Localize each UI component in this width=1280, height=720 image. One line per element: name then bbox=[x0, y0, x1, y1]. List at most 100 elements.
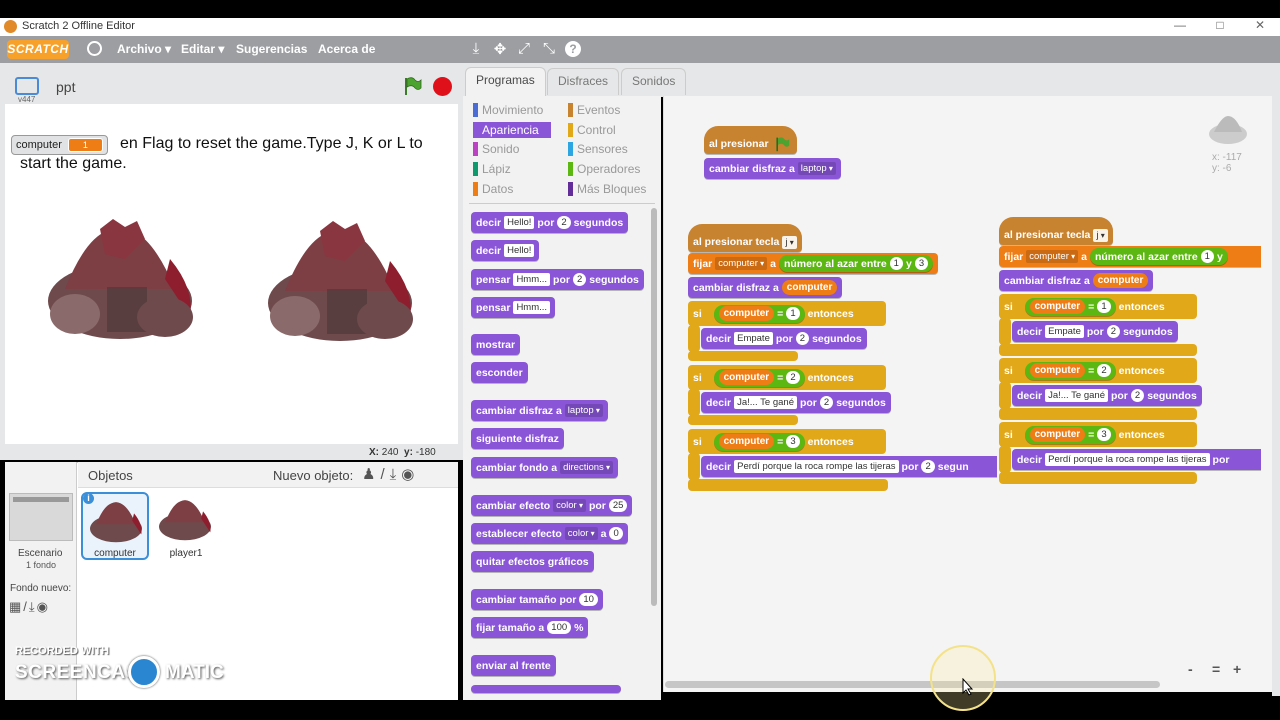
if-5-header: si computer = 2 entonces bbox=[999, 360, 1170, 381]
if-block-2-arm bbox=[688, 389, 700, 416]
duplicate-stamp-icon[interactable]: ⤓ bbox=[467, 40, 485, 57]
category-eventos[interactable]: Eventos bbox=[568, 102, 620, 118]
if-4-header: si computer = 1 entonces bbox=[999, 296, 1170, 317]
stage-thumbnail[interactable] bbox=[9, 493, 73, 541]
minimize-icon[interactable]: — bbox=[1170, 18, 1190, 32]
new-object-label: Nuevo objeto: bbox=[273, 468, 354, 483]
if-block-2-foot bbox=[688, 415, 798, 425]
palette-block-clear-effects[interactable]: quitar efectos gráficos bbox=[471, 551, 594, 572]
block-set-variable[interactable]: fijarcomputeranúmero al azar entre1y3 bbox=[688, 253, 939, 274]
category-apariencia[interactable]: Apariencia bbox=[473, 122, 551, 138]
block-switch-costume-computer-2[interactable]: cambiar disfraz a computer bbox=[999, 270, 1154, 291]
language-globe-icon[interactable] bbox=[87, 41, 102, 56]
if-block-4-arm bbox=[999, 318, 1011, 345]
palette-block-say[interactable]: decir Hello! bbox=[471, 240, 540, 261]
green-flag-icon bbox=[775, 137, 789, 152]
sprite-label-computer: computer bbox=[94, 548, 136, 559]
palette-block-set-effect[interactable]: establecer efectocolora0 bbox=[471, 523, 628, 544]
palette-block-change-effect[interactable]: cambiar efectocolorpor25 bbox=[471, 495, 633, 516]
category-movimiento[interactable]: Movimiento bbox=[473, 102, 543, 118]
help-icon[interactable]: ? bbox=[565, 41, 581, 57]
sprite-label-player1: player1 bbox=[169, 548, 203, 559]
palette-block-show[interactable]: mostrar bbox=[471, 334, 521, 355]
zoom-reset-icon[interactable]: = bbox=[1212, 661, 1220, 677]
category-datos[interactable]: Datos bbox=[473, 181, 513, 197]
if-block-4-foot bbox=[999, 344, 1197, 356]
current-sprite-icon bbox=[1209, 116, 1247, 144]
hat-key-pressed-2[interactable]: al presionar tecla j bbox=[999, 217, 1113, 245]
new-backdrop-icons[interactable]: ▦/⤓◉ bbox=[9, 599, 50, 615]
block-say-ja-te-gane-2[interactable]: decir Ja!... Te gané por 2 segundos bbox=[1012, 385, 1202, 406]
block-say-ja-te-gane[interactable]: decir Ja!... Te gané por 2 segundos bbox=[701, 392, 891, 413]
if-1-header: si computer = 1 entonces bbox=[688, 303, 859, 324]
palette-block-think-for[interactable]: pensar Hmm... por 2 segundos bbox=[471, 269, 644, 290]
if-block-3-arm bbox=[688, 453, 700, 480]
menu-editar[interactable]: Editar ▾ bbox=[181, 42, 224, 56]
watermark-recorded: RECORDED WITH bbox=[15, 645, 110, 657]
palette-block-change-size[interactable]: cambiar tamaño por 10 bbox=[471, 589, 603, 610]
palette-block-switch-costume[interactable]: cambiar disfraz a laptop bbox=[471, 400, 608, 421]
objects-label: Objetos bbox=[88, 468, 133, 483]
if-6-header: si computer = 3 entonces bbox=[999, 424, 1170, 445]
new-sprite-icons[interactable]: ♟/⤓◉ bbox=[362, 465, 419, 483]
watcher-value: 1 bbox=[67, 138, 103, 152]
palette-scrollbar[interactable] bbox=[651, 208, 657, 606]
category-lapiz[interactable]: Lápiz bbox=[473, 161, 511, 177]
block-set-variable-2[interactable]: fijarcomputeranúmero al azar entre1y bbox=[999, 246, 1261, 267]
if-block-1-arm bbox=[688, 325, 700, 352]
block-say-empate-2[interactable]: decir Empate por 2 segundos bbox=[1012, 321, 1178, 342]
menu-bar: SCRATCH Archivo ▾ Editar ▾ Sugerencias A… bbox=[0, 36, 1280, 63]
if-2-header: si computer = 2 entonces bbox=[688, 367, 859, 388]
zoom-in-icon[interactable]: + bbox=[1233, 661, 1241, 677]
close-icon[interactable]: ✕ bbox=[1250, 18, 1270, 32]
hat-green-flag[interactable]: al presionar bbox=[704, 126, 797, 154]
tab-disfraces[interactable]: Disfraces bbox=[547, 68, 620, 95]
block-say-perdi-2[interactable]: decir Perdí porque la roca rompe las tije… bbox=[1012, 449, 1261, 470]
palette-block-say-for[interactable]: decir Hello! por 2 segundos bbox=[471, 212, 629, 233]
palette-block-next-costume[interactable]: siguiente disfraz bbox=[471, 428, 564, 449]
block-switch-costume-computer[interactable]: cambiar disfraz a computer bbox=[688, 277, 843, 298]
block-say-empate[interactable]: decir Empate por 2 segundos bbox=[701, 328, 867, 349]
block-say-perdi[interactable]: decir Perdí porque la roca rompe las tije… bbox=[701, 456, 997, 477]
category-control[interactable]: Control bbox=[568, 122, 616, 138]
sprite-info-icon[interactable]: i bbox=[83, 493, 94, 504]
green-flag-icon[interactable] bbox=[402, 76, 422, 96]
grow-icon[interactable]: ⤢ bbox=[515, 40, 533, 57]
right-edge-strip bbox=[1272, 96, 1280, 696]
variable-watcher[interactable]: computer 1 bbox=[11, 135, 108, 155]
player1-sprite-rock[interactable] bbox=[265, 221, 415, 343]
watcher-label: computer bbox=[16, 139, 62, 151]
category-sonido[interactable]: Sonido bbox=[473, 141, 519, 157]
fullscreen-icon[interactable] bbox=[15, 77, 39, 95]
scratch-logo[interactable]: SCRATCH bbox=[7, 40, 69, 59]
scripts-horizontal-scrollbar[interactable] bbox=[665, 681, 1160, 688]
stop-icon[interactable] bbox=[433, 77, 452, 96]
zoom-out-icon[interactable]: - bbox=[1188, 661, 1193, 677]
menu-acerca-de[interactable]: Acerca de bbox=[318, 42, 375, 56]
palette-block-switch-backdrop[interactable]: cambiar fondo a directions bbox=[471, 457, 619, 478]
mouse-cursor-icon bbox=[962, 678, 974, 696]
menu-sugerencias[interactable]: Sugerencias bbox=[236, 42, 307, 56]
sprite-position: x: -117 y: -6 bbox=[1212, 152, 1242, 174]
project-name[interactable]: ppt bbox=[56, 79, 75, 95]
palette-block-go-to-front[interactable]: enviar al frente bbox=[471, 655, 556, 676]
palette-block-hide[interactable]: esconder bbox=[471, 362, 528, 383]
palette-block-set-size[interactable]: fijar tamaño a 100% bbox=[471, 617, 589, 638]
category-operadores[interactable]: Operadores bbox=[568, 161, 640, 177]
delete-cut-icon[interactable]: ✥ bbox=[491, 40, 509, 58]
tab-sonidos[interactable]: Sonidos bbox=[621, 68, 687, 95]
maximize-icon[interactable]: □ bbox=[1210, 18, 1230, 32]
shrink-icon[interactable]: ⤡ bbox=[540, 40, 558, 57]
category-mas-bloques[interactable]: Más Bloques bbox=[568, 181, 646, 197]
category-sensores[interactable]: Sensores bbox=[568, 141, 628, 157]
title-bar: Scratch 2 Offline Editor — □ ✕ bbox=[0, 18, 1280, 36]
tab-programas[interactable]: Programas bbox=[465, 67, 546, 97]
menu-archivo[interactable]: Archivo ▾ bbox=[117, 42, 171, 56]
if-3-header: si computer = 3 entonces bbox=[688, 431, 859, 452]
hat-key-pressed[interactable]: al presionar tecla j bbox=[688, 224, 802, 252]
palette-block-partial[interactable] bbox=[471, 685, 621, 693]
mouse-coordinates: X: 240 y: -180 bbox=[369, 447, 436, 458]
palette-block-think[interactable]: pensar Hmm... bbox=[471, 297, 556, 318]
computer-sprite-rock[interactable] bbox=[45, 219, 195, 341]
block-switch-costume-laptop[interactable]: cambiar disfraz a laptop bbox=[704, 158, 841, 179]
